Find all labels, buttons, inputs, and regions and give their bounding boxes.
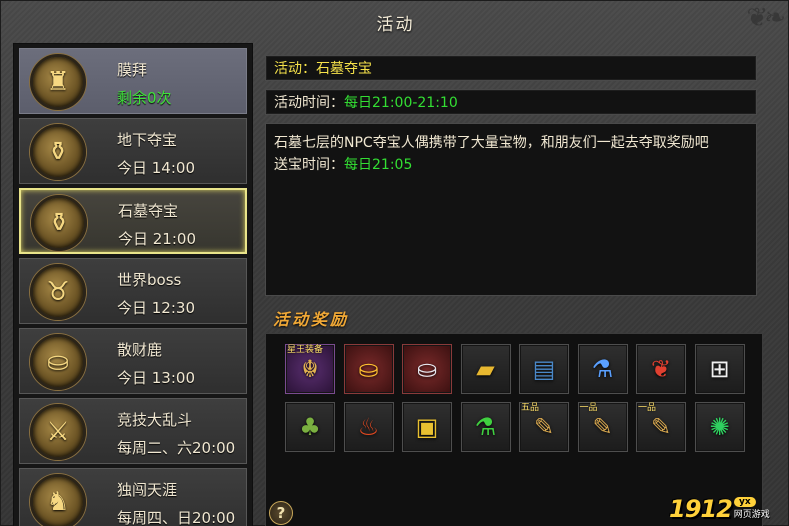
help-button[interactable]: ?	[269, 501, 293, 525]
reward-slot[interactable]: ⛀	[343, 344, 394, 394]
reward-slot[interactable]: ✎ 五品	[519, 402, 569, 452]
corner-ornament-icon: ❦❧	[746, 3, 786, 33]
lucky-bag-icon: ♨	[357, 413, 380, 441]
activity-name: 散财鹿	[117, 341, 163, 359]
gold-ingot-icon: ⛀	[358, 355, 379, 383]
activity-time-prefix: 活动时间：	[274, 95, 344, 111]
activity-item[interactable]: ⚔ 竞技大乱斗每周二、六20:00	[19, 398, 247, 464]
gold-ingot-icon: ⛀	[30, 334, 86, 390]
window-title: 活动	[376, 14, 415, 35]
scroll-icon: ✎	[650, 413, 672, 441]
red-dragon-icon: ❦	[650, 355, 672, 383]
activity-item[interactable]: ♜ 膜拜剩余0次	[19, 48, 247, 114]
green-potion-icon: ⚗	[474, 413, 497, 441]
activity-time: 每周二、六20:00	[117, 439, 236, 457]
site-watermark-logo: 1912 yx 网页游戏	[669, 489, 785, 523]
reward-slot[interactable]: ♨	[343, 402, 394, 452]
gift-box-icon: ⊞	[709, 355, 730, 383]
blue-potion-icon: ⚗	[591, 355, 614, 383]
scroll-icon: ✎	[592, 413, 613, 441]
watermark-side: yx 网页游戏	[733, 497, 770, 520]
reward-tag: 一品	[579, 403, 598, 413]
treasure-chest-icon: ⚱	[30, 124, 86, 180]
activity-time-row: 活动时间： 每日21:00-21:10	[265, 89, 757, 115]
activity-item[interactable]: ⛀ 散财鹿今日 13:00	[19, 328, 247, 394]
reward-slot[interactable]: ▰	[460, 344, 511, 394]
activity-title-row: 活动： 石墓夺宝	[265, 55, 757, 81]
gold-bar-icon: ▰	[476, 355, 495, 383]
reward-slot[interactable]: ⛀	[402, 344, 452, 394]
activity-name: 竞技大乱斗	[117, 411, 193, 429]
activity-time: 今日 14:00	[117, 159, 195, 177]
watermark-number: 1912	[669, 495, 733, 523]
bull-demon-icon: ♉	[30, 264, 86, 320]
send-time-prefix: 送宝时间：	[274, 157, 344, 173]
activity-item[interactable]: ⚱ 石墓夺宝今日 21:00	[19, 188, 247, 254]
activity-detail-panel: 活动： 石墓夺宝 活动时间： 每日21:00-21:10 石墓七层的NPC夺宝人…	[259, 43, 779, 526]
activity-description-box: 石墓七层的NPC夺宝人偶携带了大量宝物，和朋友们一起去夺取奖励吧 送宝时间：每日…	[265, 123, 757, 296]
activity-name: 膜拜	[117, 61, 148, 79]
gourd-bag-icon: ♣	[299, 413, 321, 441]
reward-slot[interactable]: ☬ 星王装备	[285, 344, 335, 394]
reward-slot[interactable]: ♣	[285, 402, 335, 452]
activity-name: 世界boss	[117, 271, 182, 289]
reward-section-title: 活动奖励	[273, 310, 350, 329]
jade-orb-icon: ✺	[709, 413, 730, 441]
watermark-subtitle: 网页游戏	[733, 510, 770, 520]
lone-warrior-icon: ♞	[30, 474, 86, 526]
activity-time: 今日 13:00	[117, 369, 195, 387]
activity-description: 石墓七层的NPC夺宝人偶携带了大量宝物，和朋友们一起去夺取奖励吧	[274, 135, 709, 151]
activity-list[interactable]: ♜ 膜拜剩余0次 ⚱ 地下夺宝今日 14:00 ⚱ 石墓夺宝今日 21:00 ♉ 世界boss…	[13, 43, 253, 526]
reward-tag: 一品	[638, 403, 657, 413]
activity-time: 剩余0次	[117, 89, 172, 107]
reward-slot[interactable]: ⊞	[694, 344, 745, 394]
skill-book-icon: ▤	[532, 355, 556, 383]
reward-slot[interactable]: ⚗	[577, 344, 628, 394]
activity-title-prefix: 活动：	[274, 61, 316, 77]
reward-slot[interactable]: ▣	[402, 402, 452, 452]
warrior-statue-icon: ♜	[30, 54, 86, 110]
reward-tag: 五品	[521, 403, 540, 413]
activity-time-value: 每日21:00-21:10	[344, 95, 458, 111]
activity-window: 活动 ❦❧ ♜ 膜拜剩余0次 ⚱ 地下夺宝今日 14:00 ⚱ 石墓夺宝今日 21:00 ♉…	[0, 0, 789, 526]
activity-time: 今日 12:30	[117, 299, 195, 317]
activity-name: 地下夺宝	[117, 131, 178, 149]
reward-slot[interactable]: ▤	[519, 344, 569, 394]
activity-time: 每周四、日20:00	[117, 509, 236, 526]
reward-slot[interactable]: ❦	[636, 344, 686, 394]
send-time-line: 送宝时间：每日21:05	[274, 154, 748, 176]
activity-item[interactable]: ♉ 世界boss 今日 12:30	[19, 258, 247, 324]
activity-item[interactable]: ⚱ 地下夺宝今日 14:00	[19, 118, 247, 184]
activity-name: 独闯天涯	[117, 481, 178, 499]
crossed-swords-icon: ⚔	[30, 404, 86, 460]
red-gift-box-icon: ▣	[415, 413, 439, 441]
star-king-equipment-icon: ☬	[301, 355, 319, 383]
send-time-value: 每日21:05	[344, 157, 413, 173]
reward-slot[interactable]: ✺	[694, 402, 745, 452]
silver-ingot-icon: ⛀	[416, 355, 438, 383]
reward-slot[interactable]: ⚗	[460, 402, 511, 452]
activity-name: 石墓夺宝	[118, 202, 179, 220]
reward-tag: 星王装备	[287, 345, 324, 355]
activity-time: 今日 21:00	[118, 230, 196, 248]
activity-title-value: 石墓夺宝	[316, 61, 372, 77]
watermark-badge: yx	[733, 497, 756, 507]
reward-slot[interactable]: ✎ 一品	[577, 402, 628, 452]
reward-slot[interactable]: ✎ 一品	[636, 402, 686, 452]
activity-item[interactable]: ♞ 独闯天涯每周四、日20:00	[19, 468, 247, 526]
open-chest-icon: ⚱	[31, 195, 87, 251]
scroll-icon: ✎	[533, 413, 555, 441]
